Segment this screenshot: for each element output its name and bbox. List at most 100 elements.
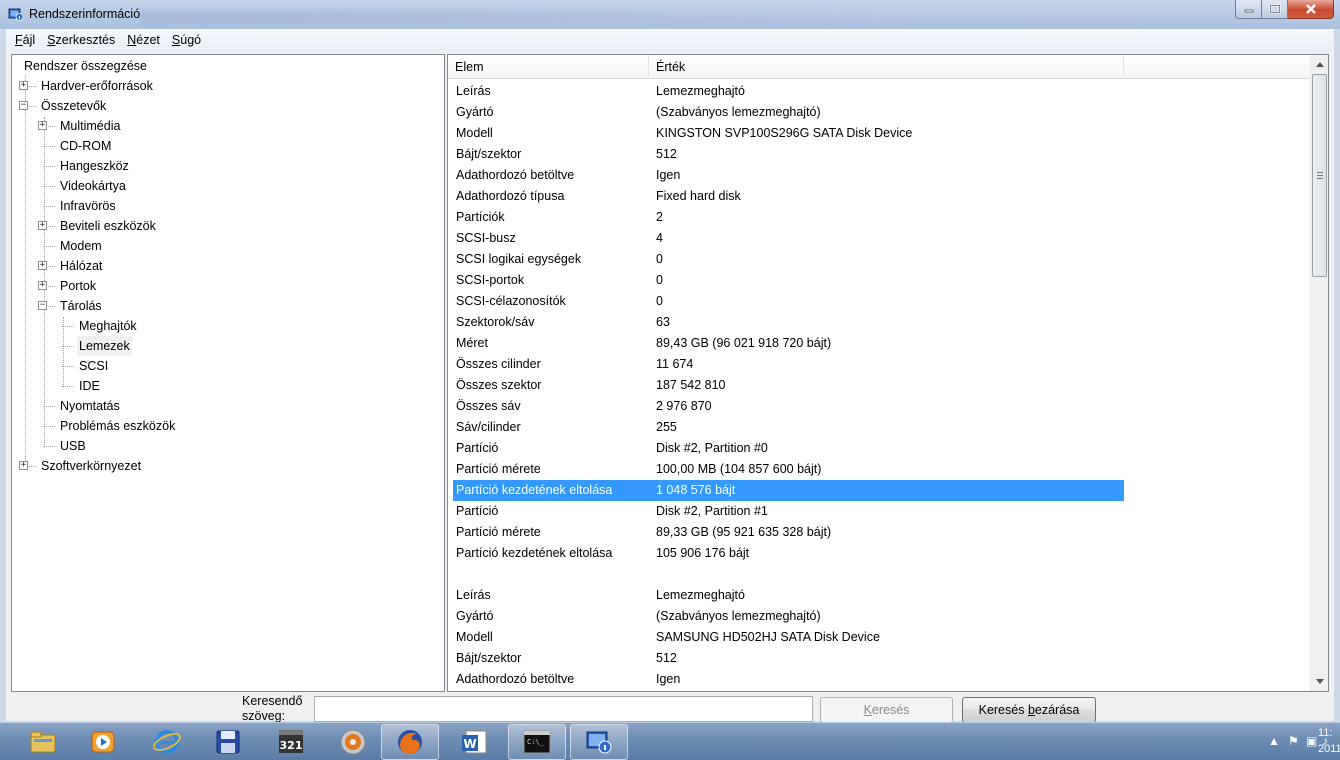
expand-icon[interactable]: + — [38, 281, 47, 290]
tree-item[interactable]: Hálózat — [58, 256, 104, 276]
tree-item[interactable]: Szoftverkörnyezet — [39, 456, 143, 476]
table-row[interactable]: Partíció mérete 100,00 MB (104 857 600 bá… — [453, 459, 1124, 480]
clock[interactable]: 11: 2011.1 — [1318, 725, 1340, 757]
scroll-down-button[interactable] — [1311, 673, 1328, 690]
table-row[interactable]: Modell SAMSUNG HD502HJ SATA Disk Device — [453, 627, 1124, 648]
cell-item: Szektorok/sáv — [456, 315, 535, 329]
table-row[interactable]: Adathordozó típusa Fixed hard disk — [453, 186, 1124, 207]
table-row[interactable]: Szektorok/sáv 63 — [453, 312, 1124, 333]
taskbar-button-firefox[interactable] — [381, 724, 439, 760]
table-row[interactable] — [453, 564, 1124, 585]
tree-item[interactable]: Tárolás — [58, 296, 104, 316]
scroll-thumb[interactable] — [1312, 74, 1327, 277]
collapse-icon[interactable]: − — [19, 101, 28, 110]
search-button[interactable]: Keresés — [820, 697, 953, 723]
table-row[interactable]: SCSI-célazonosítók 0 — [453, 291, 1124, 312]
taskbar-button-media-player-classic[interactable]: 321 — [262, 724, 320, 760]
search-input[interactable] — [314, 696, 813, 722]
taskbar-button-explorer[interactable] — [14, 724, 72, 760]
tree-item[interactable]: USB — [58, 436, 88, 456]
table-row[interactable]: Gyártó (Szabványos lemezmeghajtó) — [453, 102, 1124, 123]
tree-item[interactable]: Infravörös — [58, 196, 118, 216]
details-list[interactable]: Elem Érték Leírás Lemezmeghajtó Gyártó (Sza… — [447, 54, 1329, 692]
show-hidden-icons-icon[interactable]: ▲ — [1268, 734, 1280, 748]
table-row[interactable]: Összes sáv 2 976 870 — [453, 396, 1124, 417]
vertical-scrollbar[interactable] — [1310, 55, 1328, 691]
column-header-value[interactable]: Érték — [649, 55, 1124, 79]
table-row[interactable]: Leírás Lemezmeghajtó — [453, 81, 1124, 102]
table-row[interactable]: Bájt/szektor 512 — [453, 648, 1124, 669]
save-disk-icon — [216, 730, 240, 754]
maximize-button[interactable] — [1262, 0, 1288, 19]
minimize-button[interactable] — [1235, 0, 1262, 19]
taskbar-button-system-information[interactable] — [570, 724, 628, 760]
tree-item[interactable]: Hangeszköz — [58, 156, 131, 176]
tree-item[interactable]: Összetevők — [39, 96, 108, 116]
cell-item: Összes szektor — [456, 378, 542, 392]
tree-item[interactable]: Hardver-erőforrások — [39, 76, 155, 96]
table-row[interactable]: Sáv/cilinder 255 — [453, 417, 1124, 438]
taskbar-button-save[interactable] — [199, 724, 257, 760]
menu-help[interactable]: Súgó — [166, 33, 207, 47]
menu-file[interactable]: Fájl — [9, 33, 41, 47]
expand-icon[interactable]: + — [19, 461, 28, 470]
table-row[interactable]: Partíciók 2 — [453, 207, 1124, 228]
category-tree[interactable]: Rendszer összegzése + Hardver-erőforrások −… — [11, 54, 445, 692]
table-row[interactable]: SCSI logikai egységek 0 — [453, 249, 1124, 270]
tree-item[interactable]: SCSI — [77, 356, 110, 376]
table-row[interactable]: Méret 89,43 GB (96 021 918 720 bájt) — [453, 333, 1124, 354]
menu-view[interactable]: Nézet — [121, 33, 166, 47]
window-title: Rendszerinformáció — [29, 7, 141, 21]
network-icon[interactable]: ▣ — [1306, 734, 1317, 748]
expand-icon[interactable]: + — [38, 121, 47, 130]
tree-item[interactable]: Lemezek — [77, 336, 132, 356]
taskbar-button-media-player[interactable] — [74, 724, 132, 760]
tree-item[interactable]: Rendszer összegzése — [22, 56, 149, 76]
title-bar[interactable]: Rendszerinformáció — [0, 0, 1340, 29]
table-row[interactable]: Partíció kezdetének eltolása 105 906 176 … — [453, 543, 1124, 564]
tree-item[interactable]: Portok — [58, 276, 98, 296]
cell-value: 63 — [656, 315, 670, 329]
taskbar-button-internet-explorer[interactable] — [138, 724, 196, 760]
action-center-flag-icon[interactable]: ⚑ — [1288, 734, 1299, 748]
taskbar-button-disc-burner[interactable] — [324, 724, 382, 760]
table-row[interactable]: Partíció mérete 89,33 GB (95 921 635 328 … — [453, 522, 1124, 543]
cell-value: 0 — [656, 294, 663, 308]
tree-item[interactable]: Modem — [58, 236, 104, 256]
close-button[interactable] — [1288, 0, 1334, 19]
expand-icon[interactable]: + — [19, 81, 28, 90]
table-row[interactable]: Összes cilinder 11 674 — [453, 354, 1124, 375]
tree-guide-line — [43, 246, 55, 247]
table-row[interactable]: Összes szektor 187 542 810 — [453, 375, 1124, 396]
table-row[interactable]: Leírás Lemezmeghajtó — [453, 585, 1124, 606]
table-row[interactable]: Partíció kezdetének eltolása 1 048 576 bá… — [453, 480, 1124, 501]
table-row[interactable]: Gyártó (Szabványos lemezmeghajtó) — [453, 606, 1124, 627]
table-row[interactable]: SCSI-busz 4 — [453, 228, 1124, 249]
tree-item[interactable]: Beviteli eszközök — [58, 216, 158, 236]
table-row[interactable]: Bájt/szektor 512 — [453, 144, 1124, 165]
menu-edit[interactable]: Szerkesztés — [41, 33, 121, 47]
table-row[interactable]: Partíció Disk #2, Partition #0 — [453, 438, 1124, 459]
tree-item[interactable]: CD-ROM — [58, 136, 113, 156]
tree-item[interactable]: Multimédia — [58, 116, 122, 136]
tree-item[interactable]: IDE — [77, 376, 102, 396]
expand-icon[interactable]: + — [38, 261, 47, 270]
taskbar-button-word[interactable]: W — [446, 724, 504, 760]
tree-item[interactable]: Problémás eszközök — [58, 416, 177, 436]
column-header-item[interactable]: Elem — [448, 55, 649, 79]
table-row[interactable]: Partíció Disk #2, Partition #1 — [453, 501, 1124, 522]
table-row[interactable]: Modell KINGSTON SVP100S296G SATA Disk Dev… — [453, 123, 1124, 144]
collapse-icon[interactable]: − — [38, 301, 47, 310]
tree-item[interactable]: Nyomtatás — [58, 396, 122, 416]
close-search-button[interactable]: Keresés bezárása — [962, 697, 1096, 723]
taskbar-button-command-prompt[interactable]: C:\_ — [508, 724, 566, 760]
scroll-up-button[interactable] — [1311, 56, 1328, 73]
table-row[interactable]: Adathordozó betöltve Igen — [453, 165, 1124, 186]
table-row[interactable]: SCSI-portok 0 — [453, 270, 1124, 291]
tree-item[interactable]: Videokártya — [58, 176, 128, 196]
expand-icon[interactable]: + — [38, 221, 47, 230]
table-row[interactable]: Adathordozó betöltve Igen — [453, 669, 1124, 690]
internet-explorer-icon — [153, 730, 181, 754]
tree-item[interactable]: Meghajtók — [77, 316, 139, 336]
system-information-icon[interactable] — [8, 6, 24, 22]
